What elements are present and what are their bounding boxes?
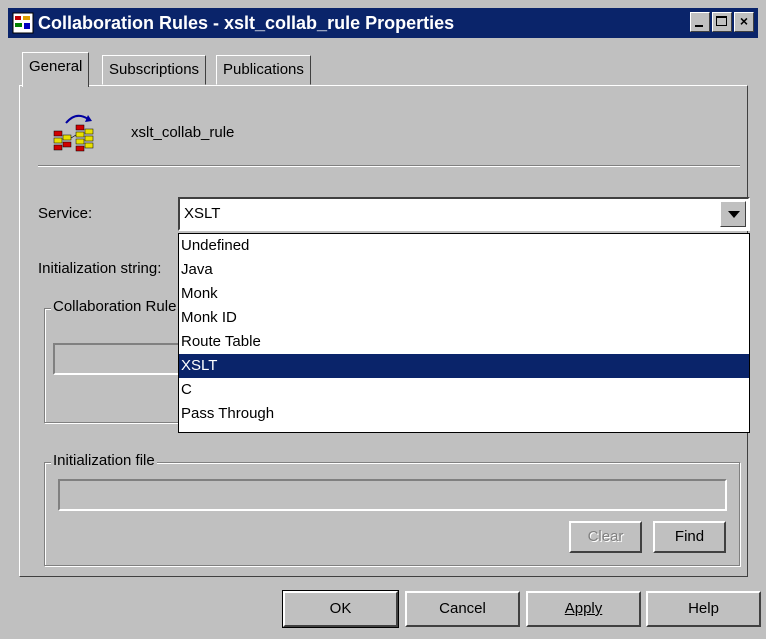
service-option-route-table[interactable]: Route Table bbox=[179, 330, 749, 354]
clear-button-label: Clear bbox=[587, 528, 624, 545]
dropdown-button[interactable] bbox=[720, 201, 746, 227]
find-button-label: Find bbox=[674, 528, 705, 545]
service-dropdown-list[interactable]: Undefined Java Monk Monk ID Route Table … bbox=[178, 233, 750, 433]
ok-button[interactable]: OK bbox=[282, 590, 399, 628]
cancel-button[interactable]: Cancel bbox=[405, 591, 520, 627]
minimize-button[interactable] bbox=[690, 12, 710, 32]
chevron-down-icon bbox=[728, 211, 740, 218]
cancel-button-label: Cancel bbox=[439, 600, 486, 617]
maximize-button[interactable] bbox=[712, 12, 732, 32]
clear-button[interactable]: Clear bbox=[569, 521, 642, 553]
close-icon: × bbox=[739, 13, 749, 29]
service-option-monk-id[interactable]: Monk ID bbox=[179, 306, 749, 330]
service-option-pass-through[interactable]: Pass Through bbox=[179, 402, 749, 426]
initialization-file-field[interactable] bbox=[58, 479, 727, 511]
service-option-monk[interactable]: Monk bbox=[179, 282, 749, 306]
separator bbox=[38, 165, 740, 167]
tab-label: Publications bbox=[223, 61, 304, 78]
close-button[interactable]: × bbox=[734, 12, 754, 32]
help-button[interactable]: Help bbox=[646, 591, 761, 627]
tab-publications[interactable]: Publications bbox=[216, 55, 311, 85]
initialization-file-legend: Initialization file bbox=[51, 452, 157, 469]
tab-label: General bbox=[29, 58, 83, 75]
service-option-java[interactable]: Java bbox=[179, 258, 749, 282]
find-button[interactable]: Find bbox=[653, 521, 726, 553]
service-label: Service: bbox=[38, 205, 93, 222]
service-select-value: XSLT bbox=[184, 205, 221, 222]
apply-button-label: Apply bbox=[564, 600, 603, 617]
initialization-string-label: Initialization string: bbox=[38, 260, 162, 277]
apply-button[interactable]: Apply bbox=[526, 591, 641, 627]
minimize-icon bbox=[695, 25, 703, 27]
ok-button-label: OK bbox=[329, 600, 352, 617]
service-option-xslt[interactable]: XSLT bbox=[179, 354, 749, 378]
tab-label: Subscriptions bbox=[109, 61, 200, 78]
collaboration-rule-legend: Collaboration Rule bbox=[51, 298, 179, 315]
app-icon bbox=[12, 12, 34, 34]
tab-general[interactable]: General bbox=[22, 52, 90, 87]
maximize-icon bbox=[716, 16, 727, 26]
service-option-c[interactable]: C bbox=[179, 378, 749, 402]
service-select[interactable]: XSLT bbox=[178, 197, 750, 231]
title-bar[interactable]: Collaboration Rules - xslt_collab_rule P… bbox=[8, 8, 758, 38]
tab-subscriptions[interactable]: Subscriptions bbox=[102, 55, 207, 85]
window-title: Collaboration Rules - xslt_collab_rule P… bbox=[38, 12, 455, 33]
help-button-label: Help bbox=[688, 600, 719, 617]
properties-dialog: Collaboration Rules - xslt_collab_rule P… bbox=[0, 0, 766, 639]
collaboration-rule-icon bbox=[52, 111, 100, 157]
rule-name: xslt_collab_rule bbox=[131, 124, 235, 141]
service-option-undefined[interactable]: Undefined bbox=[179, 234, 749, 258]
